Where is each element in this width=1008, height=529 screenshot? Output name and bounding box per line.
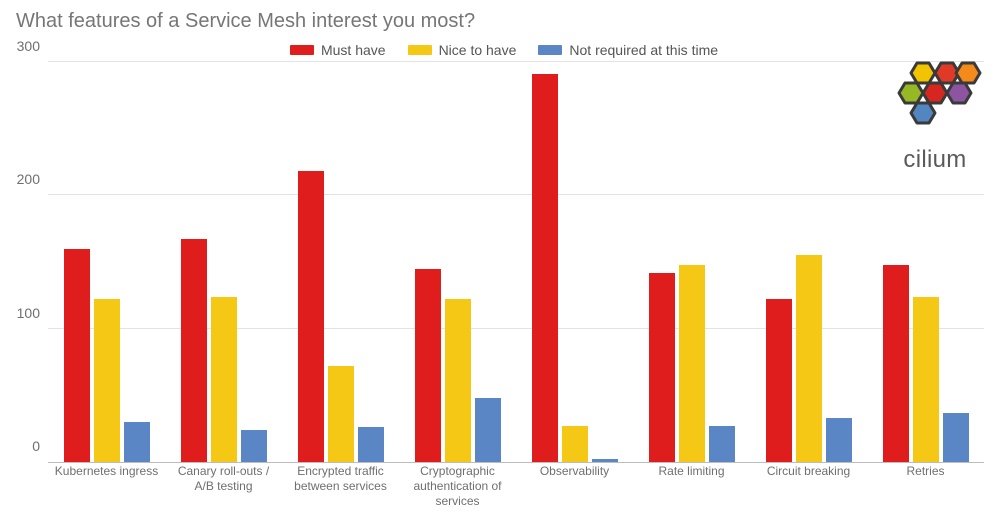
legend-swatch	[408, 45, 432, 55]
legend-label: Nice to have	[439, 42, 517, 58]
legend-item-must-have: Must have	[290, 42, 386, 58]
logo-text: cilium	[876, 146, 994, 174]
chart-container: What features of a Service Mesh interest…	[0, 0, 1008, 529]
bar-group	[633, 62, 750, 462]
legend-swatch	[290, 45, 314, 55]
legend-item-not-required: Not required at this time	[538, 42, 718, 58]
bar-not-required	[592, 459, 618, 462]
plot-area: 300 200 100 0	[48, 62, 984, 463]
y-tick-label: 300	[17, 38, 40, 54]
x-tick-label: Canary roll-outs / A/B testing	[165, 464, 282, 509]
bar-not-required	[709, 426, 735, 462]
bar-not-required	[124, 422, 150, 462]
x-tick-label: Retries	[867, 464, 984, 509]
bar-nice-to-have	[211, 297, 237, 462]
bar-groups	[48, 62, 984, 462]
legend-label: Not required at this time	[569, 42, 718, 58]
bar-group	[750, 62, 867, 462]
bar-not-required	[943, 413, 969, 462]
bar-nice-to-have	[445, 299, 471, 462]
bar-not-required	[358, 427, 384, 462]
bar-must-have	[883, 265, 909, 462]
bar-not-required	[826, 418, 852, 462]
bar-nice-to-have	[94, 299, 120, 462]
bar-group	[48, 62, 165, 462]
legend-item-nice-to-have: Nice to have	[408, 42, 517, 58]
bar-not-required	[475, 398, 501, 462]
bar-must-have	[64, 249, 90, 462]
hex-cluster-icon	[887, 60, 983, 144]
legend-swatch	[538, 45, 562, 55]
x-tick-label: Rate limiting	[633, 464, 750, 509]
bar-must-have	[532, 74, 558, 462]
bar-must-have	[766, 299, 792, 462]
bar-must-have	[298, 171, 324, 462]
bar-nice-to-have	[679, 265, 705, 462]
bar-nice-to-have	[328, 366, 354, 462]
bar-not-required	[241, 430, 267, 462]
y-tick-label: 0	[32, 438, 40, 454]
y-tick-label: 100	[17, 305, 40, 321]
bar-must-have	[415, 269, 441, 462]
x-labels: Kubernetes ingress Canary roll-outs / A/…	[48, 464, 984, 509]
y-tick-label: 200	[17, 171, 40, 187]
legend-label: Must have	[321, 42, 386, 58]
bar-group	[165, 62, 282, 462]
x-tick-label: Cryptographic authentication of services	[399, 464, 516, 509]
bar-must-have	[649, 273, 675, 462]
cilium-logo: cilium	[876, 60, 994, 174]
x-tick-label: Kubernetes ingress	[48, 464, 165, 509]
bar-nice-to-have	[796, 255, 822, 462]
legend: Must have Nice to have Not required at t…	[0, 42, 1008, 58]
bar-nice-to-have	[562, 426, 588, 462]
x-tick-label: Observability	[516, 464, 633, 509]
chart-title: What features of a Service Mesh interest…	[16, 10, 475, 33]
x-tick-label: Circuit breaking	[750, 464, 867, 509]
bar-nice-to-have	[913, 297, 939, 462]
x-tick-label: Encrypted traffic between services	[282, 464, 399, 509]
bar-must-have	[181, 239, 207, 462]
bar-group	[399, 62, 516, 462]
bar-group	[516, 62, 633, 462]
bar-group	[282, 62, 399, 462]
